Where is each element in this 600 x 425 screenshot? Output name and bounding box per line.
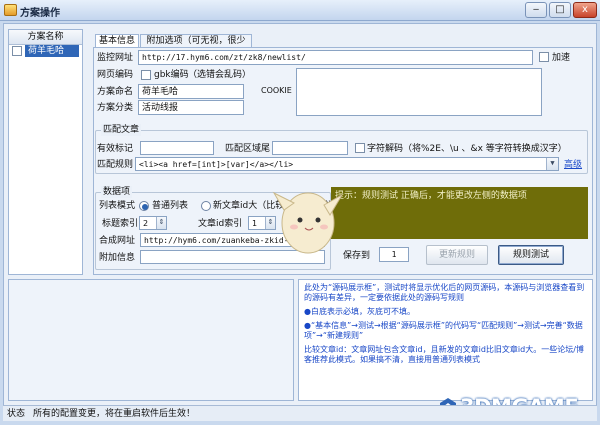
cookie-input[interactable] (296, 68, 542, 116)
gbk-hint: （选错会乱码） (188, 70, 252, 80)
app-icon (4, 4, 17, 16)
add-checkbox[interactable] (539, 52, 549, 62)
data-group-title: 数据项 (101, 186, 133, 198)
mascot-image (272, 191, 344, 254)
scheme-list-header[interactable]: 方案名称 (9, 30, 82, 45)
test-rule-button[interactable]: 规则测试 (498, 245, 564, 265)
extra-info-label: 附加信息 (99, 253, 136, 263)
list-mode-label: 列表模式 (99, 201, 136, 211)
title-bar: 方案操作 ‒ □ x (0, 0, 600, 21)
title-index-label: 标题索引 (102, 219, 139, 229)
tab-extra-options[interactable]: 附加选项（可无视，很少用） (140, 34, 252, 59)
note-paragraph: ●白底表示必填，灰底可不填。 (304, 307, 415, 316)
status-message: 所有的配置变更，将在重启软件后生效！ (33, 409, 196, 419)
status-label: 状态 (7, 409, 26, 419)
add-label: 加速 (552, 53, 571, 63)
minimize-button[interactable]: ‒ (525, 2, 547, 18)
gbk-label: gbk编码 (154, 70, 189, 80)
monitor-url-label: 监控网址 (97, 53, 134, 63)
chevron-down-icon[interactable]: ▼ (546, 158, 558, 170)
close-button[interactable]: x (573, 2, 597, 18)
decode-checkbox[interactable] (355, 143, 365, 153)
window-title: 方案操作 (20, 8, 60, 19)
title-index-stepper[interactable]: 2 ⇕ (139, 216, 167, 230)
save-to-input[interactable]: 1 (379, 247, 409, 262)
article-id-index-value: 1 (252, 219, 258, 228)
radio-normal-list[interactable] (139, 201, 149, 211)
log-area (8, 279, 294, 401)
page-encoding-label: 网页编码 (97, 70, 134, 80)
match-end-input[interactable] (272, 141, 348, 155)
monitor-url-input[interactable]: http://17.hym6.com/zt/zk8/newlist/ (138, 50, 533, 65)
maximize-button[interactable]: □ (549, 2, 571, 18)
category-input[interactable]: 活动线报 (138, 100, 244, 115)
scheme-list-item[interactable]: 荷羊毛哈 (9, 45, 82, 58)
note-paragraph: 此处为“源码展示框”，测试时将显示优化后的网页源码，本源码与浏览器查看到的源码有… (304, 283, 585, 302)
match-start-label: 有效标记 (97, 144, 134, 154)
radio-normal-label: 普通列表 (152, 201, 189, 211)
scheme-item-label[interactable]: 荷羊毛哈 (25, 45, 79, 57)
hint-box: 提示：规则测试 正确后，才能更改左侧的数据项 (331, 187, 588, 239)
match-rule-label: 匹配规则 (97, 160, 134, 170)
scheme-name-input[interactable]: 荷羊毛哈 (138, 84, 244, 99)
update-rule-button[interactable]: 更新规则 (426, 245, 488, 265)
match-start-input[interactable] (140, 141, 214, 155)
gbk-checkbox[interactable] (141, 70, 151, 80)
category-label: 方案分类 (97, 103, 134, 113)
scheme-name-label: 方案命名 (97, 87, 134, 97)
decode-label: 字符解码（将%2E、\u 、&x 等字符转换成汉字） (367, 144, 567, 154)
article-id-index-label: 文章id索引 (198, 219, 243, 229)
source-preview[interactable]: 此处为“源码展示框”，测试时将显示优化后的网页源码，本源码与浏览器查看到的源码有… (298, 279, 593, 401)
stepper-arrows-icon[interactable]: ⇕ (156, 217, 166, 229)
advanced-link[interactable]: 高级 (564, 158, 582, 172)
status-bar: 状态 所有的配置变更，将在重启软件后生效！ (3, 405, 597, 421)
note-paragraph: ●“基本信息”→测试→根据“源码展示框”的代码写“匹配规则”→测试→完善“数据项… (304, 321, 583, 340)
cookie-label: COOKIE (261, 86, 292, 95)
match-group-title: 匹配文章 (101, 124, 142, 136)
note-paragraph: 比较文章id：文章网址包含文章id，且新发的文章id比旧文章id大。一些论坛/博… (304, 345, 584, 364)
tab-basic-info[interactable]: 基本信息 (95, 34, 139, 47)
scheme-list[interactable]: 方案名称 荷羊毛哈 (8, 29, 83, 275)
scheme-item-checkbox[interactable] (12, 46, 22, 56)
match-end-label: 匹配区域尾 (225, 144, 271, 154)
radio-article-id[interactable] (201, 201, 211, 211)
title-index-value: 2 (143, 219, 149, 228)
compose-url-label: 合成网址 (99, 236, 136, 246)
